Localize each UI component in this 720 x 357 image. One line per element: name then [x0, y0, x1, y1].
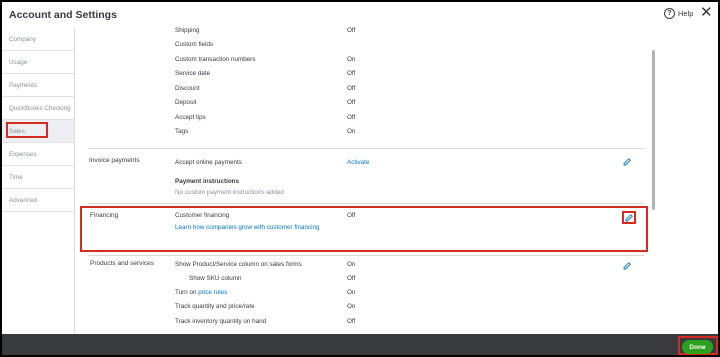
shipping-label: Shipping: [175, 27, 200, 34]
shipping-value: Off: [347, 27, 356, 34]
tags-label: Tags: [175, 128, 189, 135]
show-product-service-column-label: Show Product/Service column on sales for…: [175, 261, 302, 268]
sidebar-item-label: Expenses: [9, 150, 37, 158]
deposit-value: Off: [347, 99, 356, 106]
track-quantity-price-value: On: [347, 303, 356, 310]
sidebar-item-time[interactable]: Time: [2, 166, 74, 189]
turn-on-label: Turn on: [175, 289, 197, 296]
edit-financing-pencil-icon[interactable]: [624, 213, 634, 223]
close-icon[interactable]: ✕: [700, 5, 713, 20]
done-button[interactable]: Done: [682, 340, 713, 354]
section-divider: [88, 255, 644, 256]
sidebar-item-advanced[interactable]: Advanced: [2, 189, 74, 212]
service-date-label: Service date: [175, 70, 211, 77]
track-quantity-price-label: Track quantity and price/rate: [175, 303, 255, 310]
sidebar-item-label: Payments: [9, 81, 37, 89]
section-divider: [88, 203, 644, 204]
discount-label: Discount: [175, 85, 200, 92]
settings-dialog: Account and Settings ? Help ✕ Company Us…: [2, 2, 718, 355]
service-date-value: Off: [347, 70, 356, 77]
show-sku-column-value: Off: [347, 275, 356, 282]
section-divider: [88, 148, 644, 149]
activate-link[interactable]: Activate: [347, 159, 369, 166]
sidebar-item-label: QuickBooks Checking: [9, 104, 71, 112]
sidebar-item-expenses[interactable]: Expenses: [2, 143, 74, 166]
track-inventory-value: Off: [347, 318, 356, 325]
settings-sidebar: Company Usage Payments QuickBooks Checki…: [2, 28, 75, 334]
custom-transaction-numbers-label: Custom transaction numbers: [175, 56, 256, 63]
edit-invoice-payments-pencil-icon[interactable]: [622, 157, 632, 167]
financing-section-label: Financing: [90, 212, 119, 219]
help-button[interactable]: ? Help: [664, 8, 693, 19]
dialog-title: Account and Settings: [9, 9, 117, 21]
accept-online-payments-label: Accept online payments: [175, 159, 242, 166]
dialog-footer: [2, 334, 718, 355]
sidebar-item-label: Advanced: [9, 196, 38, 204]
price-rules-row: Turn on price rules: [175, 289, 227, 296]
customer-financing-link[interactable]: Learn how companies grow with customer f…: [175, 224, 320, 231]
title-bar: Account and Settings ? Help ✕: [2, 2, 718, 28]
sidebar-item-quickbooks-checking[interactable]: QuickBooks Checking: [2, 97, 74, 120]
price-rules-value: On: [347, 289, 356, 296]
sidebar-item-label: Time: [9, 173, 23, 181]
discount-value: Off: [347, 85, 356, 92]
sidebar-item-label: Usage: [9, 58, 28, 66]
show-product-service-column-value: On: [347, 261, 356, 268]
accept-tips-label: Accept tips: [175, 114, 206, 121]
help-icon: ?: [664, 8, 675, 19]
price-rules-link[interactable]: price rules: [198, 289, 227, 296]
payment-instructions-value: No custom payment instructions added: [175, 189, 284, 196]
track-inventory-label: Track inventory quantity on hand: [175, 318, 267, 325]
sidebar-item-label: Company: [9, 35, 36, 43]
invoice-payments-section-label: Invoice payments: [89, 157, 140, 164]
sidebar-item-payments[interactable]: Payments: [2, 74, 74, 97]
edit-products-services-pencil-icon[interactable]: [622, 261, 632, 271]
customer-financing-value: Off: [347, 212, 356, 219]
deposit-label: Deposit: [175, 99, 197, 106]
sidebar-item-usage[interactable]: Usage: [2, 51, 74, 74]
sidebar-item-company[interactable]: Company: [2, 28, 74, 51]
content-scrollbar[interactable]: [652, 50, 655, 210]
tags-value: On: [347, 128, 356, 135]
customer-financing-label: Customer financing: [175, 212, 230, 219]
financing-highlight: [80, 206, 648, 252]
show-sku-column-label: Show SKU column: [189, 275, 242, 282]
accept-tips-value: Off: [347, 114, 356, 121]
custom-fields-label: Custom fields: [175, 41, 214, 48]
sales-highlight: [6, 122, 48, 138]
payment-instructions-label: Payment instructions: [175, 178, 240, 185]
products-services-section-label: Products and services: [90, 260, 154, 267]
custom-transaction-numbers-value: On: [347, 56, 356, 63]
help-label: Help: [678, 9, 694, 18]
